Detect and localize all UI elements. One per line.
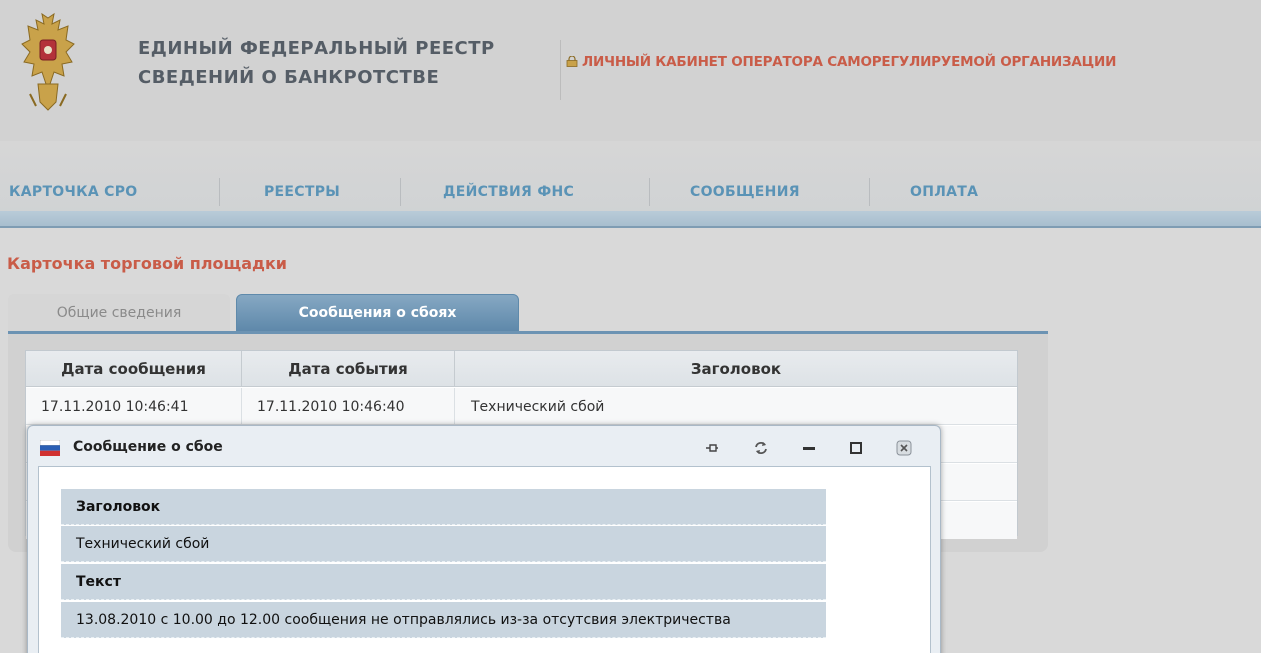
- nav-item-payment[interactable]: ОПЛАТА: [910, 184, 978, 200]
- grid-header: Дата сообщения Дата события Заголовок: [26, 351, 1017, 387]
- cabinet-label: ЛИЧНЫЙ КАБИНЕТ ОПЕРАТОРА САМОРЕГУЛИРУЕМО…: [582, 54, 1117, 70]
- cabinet-link[interactable]: ЛИЧНЫЙ КАБИНЕТ ОПЕРАТОРА САМОРЕГУЛИРУЕМО…: [566, 54, 1116, 70]
- window-title: Сообщение о сбое: [73, 439, 223, 455]
- nav-divider: [219, 178, 220, 206]
- column-header-title[interactable]: Заголовок: [455, 351, 1017, 387]
- minimize-icon[interactable]: [801, 440, 817, 456]
- column-header-event-date[interactable]: Дата события: [242, 351, 455, 387]
- field-label-title: Заголовок: [61, 489, 826, 525]
- window-body: Заголовок Технический сбой Текст 13.08.2…: [38, 466, 931, 653]
- site-title: ЕДИНЫЙ ФЕДЕРАЛЬНЫЙ РЕЕСТР СВЕДЕНИЙ О БАН…: [138, 34, 558, 92]
- maximize-icon[interactable]: [848, 440, 864, 456]
- page-title: Карточка торговой площадки: [7, 254, 288, 273]
- nav-divider: [400, 178, 401, 206]
- column-header-message-date[interactable]: Дата сообщения: [26, 351, 242, 387]
- nav-item-registries[interactable]: РЕЕСТРЫ: [264, 184, 340, 200]
- cell-event-date: 17.11.2010 10:46:40: [242, 388, 455, 425]
- nav-divider: [649, 178, 650, 206]
- fault-message-window: Сообщение о сбое Заголовок Технический с…: [27, 425, 941, 653]
- nav-divider: [869, 178, 870, 206]
- nav-item-fns-actions[interactable]: ДЕЙСТВИЯ ФНС: [443, 184, 574, 200]
- site-header: ЕДИНЫЙ ФЕДЕРАЛЬНЫЙ РЕЕСТР СВЕДЕНИЙ О БАН…: [0, 0, 1261, 141]
- pin-icon[interactable]: [704, 440, 720, 456]
- flag-icon: [40, 440, 60, 456]
- site-title-line2: СВЕДЕНИЙ О БАНКРОТСТВЕ: [138, 67, 440, 88]
- table-row[interactable]: 17.11.2010 10:46:41 17.11.2010 10:46:40 …: [26, 388, 1017, 425]
- field-value-title: Технический сбой: [61, 526, 826, 562]
- nav-item-sro-card[interactable]: КАРТОЧКА СРО: [9, 184, 138, 200]
- field-value-text: 13.08.2010 с 10.00 до 12.00 сообщения не…: [61, 602, 826, 638]
- nav-item-messages[interactable]: СООБЩЕНИЯ: [690, 184, 800, 200]
- refresh-icon[interactable]: [753, 440, 769, 456]
- tab-general-info[interactable]: Общие сведения: [8, 294, 230, 332]
- close-icon[interactable]: [896, 440, 912, 456]
- header-divider: [560, 40, 561, 100]
- site-title-line1: ЕДИНЫЙ ФЕДЕРАЛЬНЫЙ РЕЕСТР: [138, 38, 495, 59]
- cell-title: Технический сбой: [471, 398, 605, 415]
- coat-of-arms-icon: [21, 12, 75, 111]
- tab-fault-messages[interactable]: Сообщения о сбоях: [236, 294, 519, 332]
- lock-icon: [566, 56, 578, 67]
- cell-message-date: 17.11.2010 10:46:41: [26, 388, 242, 425]
- field-label-text: Текст: [61, 564, 826, 600]
